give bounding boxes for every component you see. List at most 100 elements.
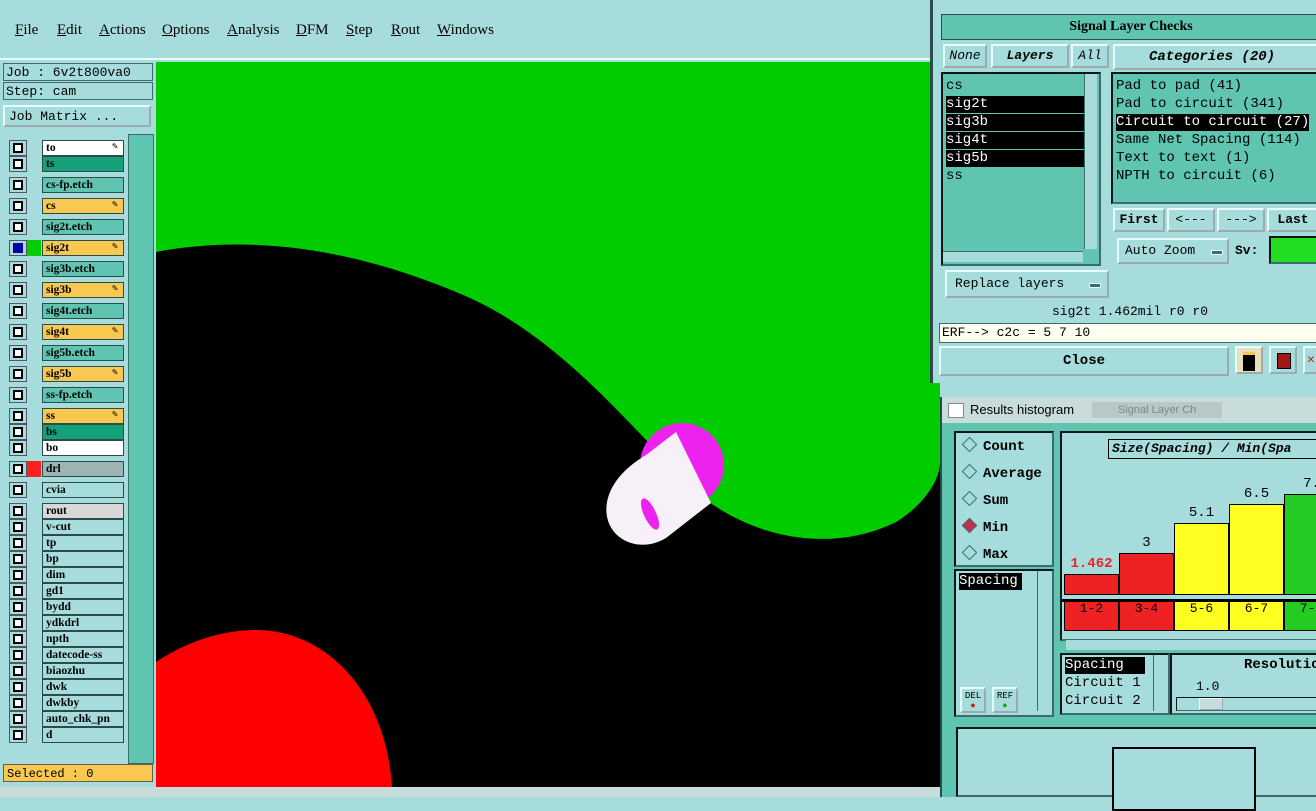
menu-options[interactable]: Options bbox=[162, 22, 210, 39]
layer-checkbox[interactable] bbox=[13, 506, 23, 516]
layer-checkbox[interactable] bbox=[13, 538, 23, 548]
layer-name[interactable]: datecode-ss bbox=[42, 647, 124, 663]
layer-checkbox[interactable] bbox=[13, 306, 23, 316]
layer-affect-box[interactable] bbox=[9, 503, 27, 519]
layer-row[interactable]: sig5b.etch bbox=[5, 345, 125, 361]
layer-checkbox[interactable] bbox=[13, 554, 23, 564]
layer-affect-box[interactable] bbox=[9, 240, 27, 256]
layer-name[interactable]: bp bbox=[42, 551, 124, 567]
delete-icon-button[interactable]: ✕ bbox=[1303, 346, 1316, 374]
layer-name[interactable]: d bbox=[42, 727, 124, 743]
layer-affect-box[interactable] bbox=[9, 387, 27, 403]
layer-row[interactable]: ss ✎ bbox=[5, 408, 125, 424]
layer-affect-box[interactable] bbox=[9, 695, 27, 711]
layer-row[interactable]: gd1 bbox=[5, 583, 125, 599]
none-button[interactable]: None bbox=[943, 44, 987, 68]
layer-row[interactable]: dwkby bbox=[5, 695, 125, 711]
layer-row[interactable]: sig3b ✎ bbox=[5, 282, 125, 298]
layer-checkbox[interactable] bbox=[13, 730, 23, 740]
close-button[interactable]: Close bbox=[939, 346, 1229, 376]
layer-name[interactable]: bs bbox=[42, 424, 124, 440]
layer-name[interactable]: biaozhu bbox=[42, 663, 124, 679]
layer-row[interactable]: cvia bbox=[5, 482, 125, 498]
layer-checkbox[interactable] bbox=[13, 666, 23, 676]
layer-row[interactable]: auto_chk_pn bbox=[5, 711, 125, 727]
zoom-dropdown[interactable]: Auto Zoom bbox=[1117, 238, 1229, 264]
histogram-bar[interactable] bbox=[1284, 494, 1316, 595]
layer-checkbox[interactable] bbox=[13, 222, 23, 232]
series-list-scrollbar[interactable] bbox=[1153, 655, 1166, 711]
layer-checkbox[interactable] bbox=[13, 411, 23, 421]
layer-affect-box[interactable] bbox=[9, 583, 27, 599]
layer-row[interactable]: sig3b.etch bbox=[5, 261, 125, 277]
layer-row[interactable]: sig4t.etch bbox=[5, 303, 125, 319]
menu-rout[interactable]: Rout bbox=[391, 22, 420, 39]
bin-range-label[interactable]: 5-6 bbox=[1174, 601, 1229, 631]
series-list-item[interactable]: Circuit 1 bbox=[1065, 675, 1145, 692]
bin-range-label[interactable]: 7-8 bbox=[1284, 601, 1316, 631]
layer-affect-box[interactable] bbox=[9, 424, 27, 440]
category-item[interactable]: NPTH to circuit (6) bbox=[1116, 168, 1276, 185]
layer-name[interactable]: ydkdrl bbox=[42, 615, 124, 631]
histogram-bar[interactable] bbox=[1229, 504, 1284, 595]
layer-affect-box[interactable] bbox=[9, 647, 27, 663]
category-item[interactable]: Text to text (1) bbox=[1116, 150, 1250, 167]
layer-row[interactable]: bp bbox=[5, 551, 125, 567]
layer-affect-box[interactable] bbox=[9, 156, 27, 172]
layer-affect-box[interactable] bbox=[9, 282, 27, 298]
bin-range-label[interactable]: 1-2 bbox=[1064, 601, 1119, 631]
layer-row[interactable]: sig4t ✎ bbox=[5, 324, 125, 340]
last-button[interactable]: Last bbox=[1267, 208, 1316, 232]
layer-affect-box[interactable] bbox=[9, 711, 27, 727]
layer-affect-box[interactable] bbox=[9, 440, 27, 456]
layer-row[interactable]: ydkdrl bbox=[5, 615, 125, 631]
layer-row[interactable]: cs ✎ bbox=[5, 198, 125, 214]
bin-range-label[interactable]: 6-7 bbox=[1229, 601, 1284, 631]
layer-checkbox[interactable] bbox=[13, 159, 23, 169]
layer-name[interactable]: bydd bbox=[42, 599, 124, 615]
category-item[interactable]: Pad to pad (41) bbox=[1116, 78, 1242, 95]
layer-icon-button[interactable] bbox=[1235, 346, 1263, 374]
erf-field[interactable]: ERF--> c2c = 5 7 10 bbox=[939, 323, 1316, 343]
layer-affect-box[interactable] bbox=[9, 679, 27, 695]
layer-affect-box[interactable] bbox=[9, 567, 27, 583]
menu-analysis[interactable]: Analysis bbox=[227, 22, 280, 39]
prev-button[interactable]: <--- bbox=[1167, 208, 1215, 232]
menu-dfm[interactable]: DFM bbox=[296, 22, 329, 39]
layer-name[interactable]: sig3b.etch bbox=[42, 261, 124, 277]
layer-checkbox[interactable] bbox=[13, 714, 23, 724]
layer-checkbox[interactable] bbox=[13, 243, 23, 253]
layer-affect-box[interactable] bbox=[9, 177, 27, 193]
category-item[interactable]: Same Net Spacing (114) bbox=[1116, 132, 1301, 149]
layer-affect-box[interactable] bbox=[9, 261, 27, 277]
first-button[interactable]: First bbox=[1113, 208, 1165, 232]
layer-checkbox[interactable] bbox=[13, 634, 23, 644]
viewer-layer-item[interactable]: sig2t bbox=[946, 96, 1084, 113]
series-list[interactable]: Spacing Circuit 1 Circuit 2 bbox=[1060, 653, 1170, 715]
layer-name[interactable]: dim bbox=[42, 567, 124, 583]
layer-checkbox[interactable] bbox=[13, 618, 23, 628]
layer-name[interactable]: dwkby bbox=[42, 695, 124, 711]
layer-checkbox[interactable] bbox=[13, 570, 23, 580]
series-list-item[interactable]: Circuit 2 bbox=[1065, 693, 1145, 710]
layer-affect-box[interactable] bbox=[9, 631, 27, 647]
layer-row[interactable]: sig2t ✎ bbox=[5, 240, 125, 256]
layer-list-scrollbar[interactable] bbox=[1084, 74, 1097, 249]
next-button[interactable]: ---> bbox=[1217, 208, 1265, 232]
record-icon-button[interactable] bbox=[1269, 346, 1297, 374]
layer-affect-box[interactable] bbox=[9, 461, 27, 477]
category-item[interactable]: Pad to circuit (341) bbox=[1116, 96, 1284, 113]
layer-name[interactable]: sig2t.etch bbox=[42, 219, 124, 235]
layer-affect-box[interactable] bbox=[9, 615, 27, 631]
layer-name[interactable]: bo bbox=[42, 440, 124, 456]
layer-row[interactable]: d bbox=[5, 727, 125, 743]
layer-checkbox[interactable] bbox=[13, 464, 23, 474]
layer-row[interactable]: npth bbox=[5, 631, 125, 647]
layer-row[interactable]: ss-fp.etch bbox=[5, 387, 125, 403]
layer-checkbox[interactable] bbox=[13, 180, 23, 190]
layer-row[interactable]: sig2t.etch bbox=[5, 219, 125, 235]
menu-step[interactable]: Step bbox=[346, 22, 373, 39]
job-matrix-button[interactable]: Job Matrix ... bbox=[3, 105, 151, 127]
layer-name[interactable]: cvia bbox=[42, 482, 124, 498]
bin-range-label[interactable]: 3-4 bbox=[1119, 601, 1174, 631]
